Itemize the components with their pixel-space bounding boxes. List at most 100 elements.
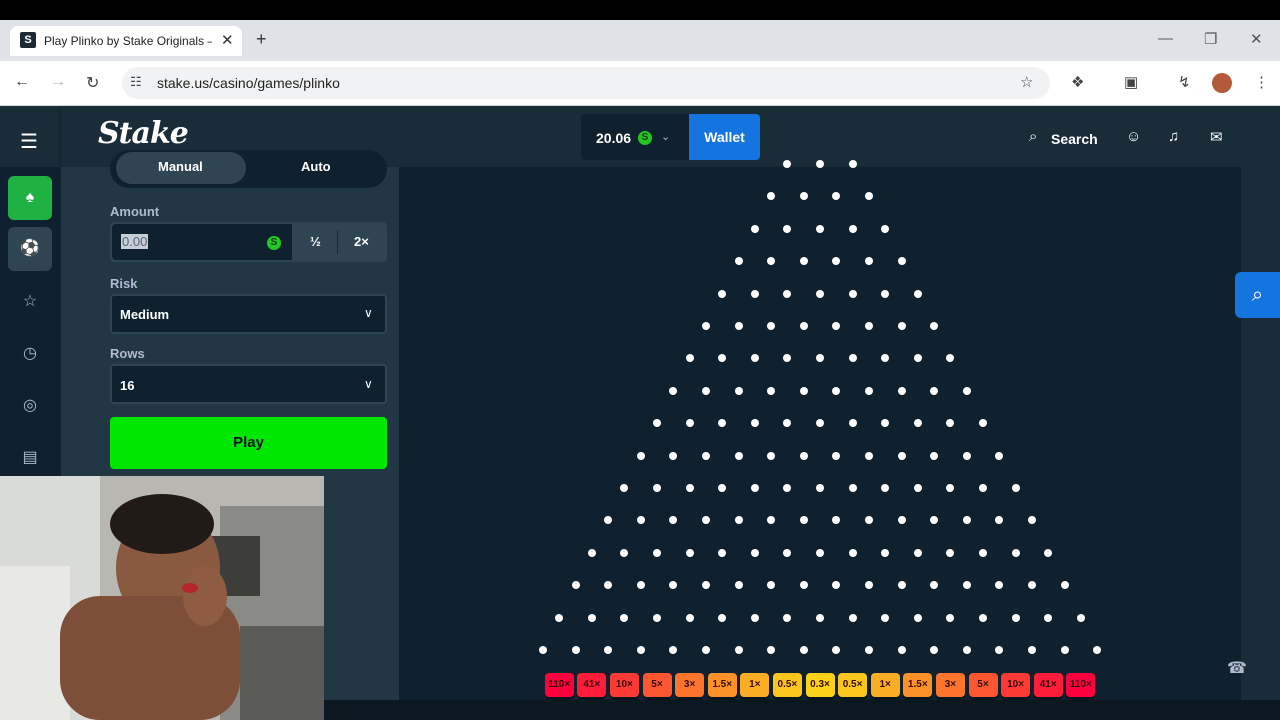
peg [734, 386, 743, 395]
chat-icon[interactable]: ✉ [1210, 128, 1223, 146]
rows-select[interactable] [110, 364, 387, 404]
play-button[interactable]: Play [110, 417, 387, 469]
peg [620, 613, 629, 622]
tab-close-icon[interactable]: ✕ [221, 31, 234, 49]
panel-top-mask [61, 106, 399, 167]
peg [816, 548, 824, 557]
peg [734, 257, 743, 266]
half-amount-button[interactable]: ½ [310, 234, 321, 249]
user-icon[interactable]: ☺ [1126, 128, 1141, 145]
forward-icon[interactable]: → [50, 73, 66, 91]
peg [816, 484, 824, 492]
peg [816, 160, 824, 168]
multiplier-bucket: 5× [642, 673, 672, 697]
extensions-icon[interactable]: ❖ [1071, 73, 1084, 91]
amount-divider [337, 230, 338, 254]
peg [832, 451, 841, 460]
peg [767, 451, 776, 460]
cast-icon[interactable]: ▣ [1124, 73, 1138, 91]
peg [913, 419, 922, 428]
peg [636, 451, 645, 460]
performance-icon[interactable]: ↯ [1178, 73, 1191, 91]
restore-icon[interactable]: ❐ [1204, 30, 1217, 48]
amount-label: Amount [110, 204, 160, 219]
peg [848, 160, 857, 168]
history-icon: ◷ [23, 345, 37, 362]
bookmark-star-icon[interactable]: ☆ [1020, 73, 1033, 91]
double-amount-button[interactable]: 2× [354, 234, 369, 249]
chevron-down-icon[interactable]: ⌄ [661, 130, 670, 143]
peg [799, 257, 808, 266]
webcam-feed-image [0, 476, 324, 720]
peg [685, 548, 694, 557]
peg [1060, 646, 1069, 654]
tab-favicon-icon: S [20, 32, 36, 48]
support-headset-icon[interactable]: ☎ [1227, 658, 1247, 678]
site-settings-icon[interactable]: ☷ [130, 74, 142, 90]
peg [930, 386, 939, 395]
peg [864, 322, 873, 330]
multiplier-bucket: 10× [609, 673, 639, 697]
peg [587, 548, 596, 557]
peg [653, 548, 661, 557]
peg [1076, 613, 1085, 622]
rows-chevron-down-icon: ∨ [364, 377, 373, 391]
zoom-widget-icon[interactable]: ⌕ [1235, 272, 1280, 318]
menu-dots-icon[interactable]: ⋮ [1254, 73, 1269, 91]
peg [538, 646, 547, 654]
peg [799, 646, 808, 654]
multiplier-bucket: 1.5× [903, 673, 933, 697]
address-url[interactable]: stake.us/casino/games/plinko [157, 75, 340, 91]
peg [555, 613, 564, 622]
sidebar-item-favourites[interactable]: ☆ [8, 280, 52, 324]
amount-value[interactable]: 0.00 [121, 234, 149, 249]
back-icon[interactable]: ← [14, 73, 30, 91]
minimize-icon[interactable]: — [1158, 30, 1173, 47]
peg [718, 548, 727, 557]
peg [864, 451, 873, 460]
multiplier-bucket: 1× [870, 673, 900, 697]
peg [587, 613, 596, 622]
peg [962, 646, 971, 654]
new-tab-button[interactable]: + [256, 29, 267, 50]
peg [897, 451, 906, 460]
peg [881, 548, 890, 557]
wallet-button[interactable]: Wallet [689, 114, 760, 160]
peg [913, 548, 922, 557]
peg [848, 224, 857, 233]
peg [734, 451, 743, 460]
peg [701, 451, 710, 460]
hamburger-menu-icon[interactable]: ☰ [20, 129, 38, 154]
peg [897, 516, 906, 525]
peg [750, 419, 759, 428]
sidebar-item-recent[interactable]: ◷ [8, 332, 52, 376]
notifications-bell-icon[interactable]: ♫ [1168, 128, 1179, 145]
sidebar-item-sports[interactable]: ⚽ [8, 227, 52, 271]
multiplier-bucket: 41× [1033, 673, 1063, 697]
peg [685, 613, 694, 622]
risk-chevron-down-icon: ∨ [364, 306, 373, 320]
balance-value: 20.06 [596, 130, 632, 146]
peg [848, 613, 857, 622]
search-icon[interactable]: ⌕ [1029, 128, 1037, 145]
sidebar-item-challenges[interactable]: ◎ [8, 384, 52, 428]
profile-avatar[interactable] [1212, 73, 1232, 93]
peg [750, 548, 759, 557]
sidebar-item-my-bets[interactable]: ▤ [8, 436, 52, 480]
reload-icon[interactable]: ↻ [86, 73, 99, 93]
peg [864, 646, 873, 654]
window-close-icon[interactable]: ✕ [1250, 30, 1263, 48]
sidebar-item-casino[interactable]: ♠ [8, 176, 52, 220]
peg [848, 419, 857, 428]
peg [571, 646, 580, 654]
peg [685, 354, 694, 363]
casino-icon: ♠ [25, 189, 35, 206]
peg [848, 289, 857, 298]
peg [962, 386, 971, 395]
search-button[interactable]: Search [1051, 131, 1098, 147]
peg [913, 484, 922, 492]
right-rail [1241, 167, 1280, 720]
peg [734, 322, 743, 330]
multiplier-bucket: 1× [740, 673, 770, 697]
target-icon: ◎ [23, 397, 37, 414]
